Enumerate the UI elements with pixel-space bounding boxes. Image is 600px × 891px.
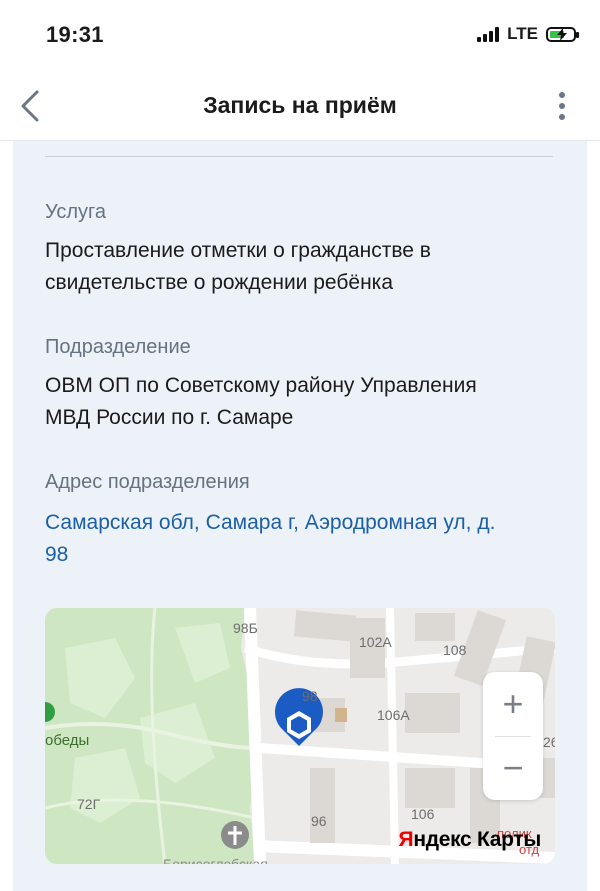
division-value-line: ОВМ ОП по Советскому району Управления xyxy=(45,374,477,397)
divider xyxy=(45,156,553,157)
appointment-details: Услуга Проставление отметки о гражданств… xyxy=(13,141,587,891)
map-house-label: 108 xyxy=(443,642,467,658)
division-value-line: МВД России по г. Самаре xyxy=(45,406,294,429)
yandex-logo-letter: Я xyxy=(398,828,414,851)
map-house-label: 106 xyxy=(411,806,435,822)
navigation-bar: Запись на приём xyxy=(0,72,600,141)
battery-icon xyxy=(546,26,579,42)
address-label: Адрес подразделения xyxy=(45,471,250,493)
map-house-label: 98 xyxy=(302,688,318,704)
zoom-in-button[interactable]: + xyxy=(483,672,543,736)
map-house-label: 106А xyxy=(377,707,410,723)
service-value: Проставление отметки о гражданстве в сви… xyxy=(45,235,545,299)
more-dot-icon xyxy=(559,92,565,98)
signal-icon xyxy=(477,26,500,42)
map-view[interactable]: 98Б 102А 108 98 106А 26 72Г 96 106 обеды… xyxy=(45,608,555,864)
status-bar: 19:31 LTE xyxy=(0,0,600,72)
yandex-maps-logo[interactable]: Яндекс Карты xyxy=(398,828,542,852)
service-value-line: свидетельстве о рождении ребёнка xyxy=(45,271,393,294)
address-link[interactable]: Самарская обл, Самара г, Аэродромная ул,… xyxy=(45,507,555,571)
map-street-label: Борисоглебская xyxy=(163,856,268,864)
status-time: 19:31 xyxy=(46,22,104,47)
minus-icon: − xyxy=(502,747,524,788)
more-options-button[interactable] xyxy=(550,88,574,124)
service-value-line: Проставление отметки о гражданстве в xyxy=(45,239,431,262)
more-dot-icon xyxy=(559,103,565,109)
address-link-line: 98 xyxy=(45,543,69,566)
zoom-out-button[interactable]: − xyxy=(483,736,543,800)
plus-icon: + xyxy=(502,683,524,724)
map-tiles xyxy=(45,608,555,864)
map-house-label: 98Б xyxy=(233,620,258,636)
map-house-label: 26 xyxy=(543,734,555,750)
service-label: Услуга xyxy=(45,201,107,223)
map-house-label: 72Г xyxy=(77,796,101,812)
status-indicators: LTE xyxy=(477,24,579,44)
address-link-line: Самарская обл, Самара г, Аэродромная ул,… xyxy=(45,511,496,534)
division-value: ОВМ ОП по Советскому району Управления М… xyxy=(45,370,545,434)
yandex-logo-text: ндекс Карты xyxy=(413,828,541,851)
map-house-label: 102А xyxy=(359,634,392,650)
network-type: LTE xyxy=(507,24,538,43)
page-title: Запись на приём xyxy=(203,92,397,118)
map-house-label: 96 xyxy=(311,813,327,829)
division-label: Подразделение xyxy=(45,336,191,358)
more-dot-icon xyxy=(559,114,565,120)
map-zoom-controls: + − xyxy=(483,672,543,800)
map-place-label: обеды xyxy=(45,732,90,749)
